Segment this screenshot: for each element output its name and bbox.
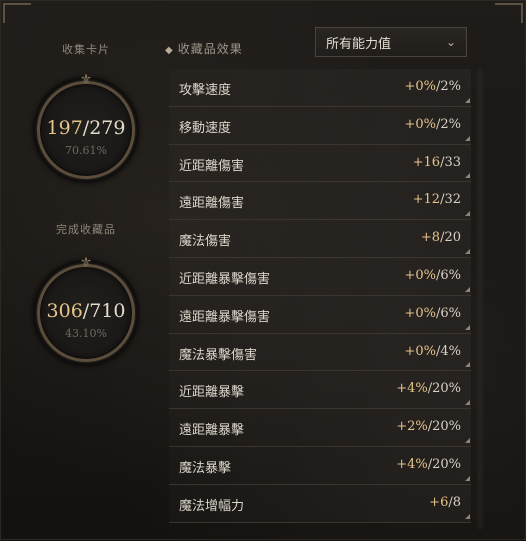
stat-name: 遠距離暴擊傷害 bbox=[179, 309, 271, 325]
stat-row[interactable]: 魔法傷害 +8/20 bbox=[169, 220, 471, 258]
stat-value: +4%/20% bbox=[396, 381, 461, 396]
stat-row[interactable]: 近距離暴擊傷害 +0%/6% bbox=[169, 257, 471, 296]
stat-max: /20% bbox=[427, 456, 461, 472]
stat-name: 遠距離傷害 bbox=[179, 196, 245, 212]
stat-name: 攻擊速度 bbox=[179, 83, 232, 98]
cards-progress-ring: ⚜ 197/279 70.61% bbox=[33, 73, 139, 183]
stat-current: +4% bbox=[396, 381, 428, 397]
stat-row[interactable]: 遠距離傷害 +12/32 bbox=[169, 182, 471, 221]
stat-current: +0% bbox=[404, 343, 436, 359]
corner-tick-icon bbox=[465, 362, 470, 368]
stat-name: 魔法傷害 bbox=[179, 234, 232, 250]
stat-value: +0%/6% bbox=[404, 306, 461, 321]
collectibles-progress-ring: ⚜ 306/710 43.10% bbox=[33, 256, 139, 366]
stat-current: +2% bbox=[396, 419, 428, 435]
stat-value: +0%/6% bbox=[404, 268, 461, 283]
stat-max: /33 bbox=[440, 154, 461, 170]
effects-header: ◆ 收藏品效果 bbox=[165, 40, 243, 57]
stat-value: +0%/2% bbox=[404, 117, 461, 132]
stat-name: 遠距離暴擊 bbox=[179, 423, 245, 439]
stat-name: 魔法暴擊 bbox=[179, 460, 232, 476]
stat-row[interactable]: 遠距離暴擊 +2%/20% bbox=[169, 409, 471, 447]
dropdown-value: 所有能力值 bbox=[326, 36, 392, 52]
stat-value: +2%/20% bbox=[396, 419, 461, 434]
stat-row[interactable]: 攻擊速度 +0%/2% bbox=[169, 69, 471, 107]
collectibles-count: 306/710 bbox=[33, 300, 139, 322]
stat-value: +12/32 bbox=[413, 192, 461, 207]
corner-tick-icon bbox=[465, 513, 470, 519]
stat-name: 魔法增幅力 bbox=[179, 498, 245, 514]
stat-current: +0% bbox=[404, 305, 436, 321]
corner-tick-icon bbox=[465, 135, 470, 141]
collection-panel: 收集卡片 ⚜ 197/279 70.61% 完成收藏品 ⚜ 306/710 43… bbox=[0, 0, 526, 540]
collectibles-label: 完成收藏品 bbox=[56, 223, 116, 236]
stat-row[interactable]: 魔法暴擊 +4%/20% bbox=[169, 446, 471, 485]
stat-max: /20% bbox=[427, 419, 461, 435]
corner-tick-icon bbox=[465, 211, 470, 217]
corner-tick-icon bbox=[465, 324, 470, 330]
stat-row[interactable]: 近距離暴擊 +4%/20% bbox=[169, 371, 471, 410]
stat-current: +0% bbox=[404, 79, 436, 94]
stat-current: +4% bbox=[396, 456, 428, 472]
stat-max: /6% bbox=[435, 267, 461, 283]
stat-current: +6 bbox=[429, 494, 449, 510]
stat-value: +0%/2% bbox=[404, 79, 461, 94]
fleur-ornament-icon: ⚜ bbox=[79, 255, 93, 271]
cards-total: /279 bbox=[82, 117, 126, 139]
corner-tick-icon bbox=[465, 286, 470, 292]
fleur-ornament-icon: ⚜ bbox=[79, 72, 93, 88]
stat-max: /2% bbox=[435, 116, 461, 132]
collectibles-percent: 43.10% bbox=[65, 327, 107, 340]
stat-max: /4% bbox=[435, 343, 461, 359]
stat-current: +0% bbox=[404, 116, 436, 132]
stat-name: 魔法暴擊傷害 bbox=[179, 347, 258, 363]
stat-name: 近距離暴擊傷害 bbox=[179, 271, 271, 287]
stat-name: 移動速度 bbox=[179, 120, 232, 136]
stat-row[interactable]: 魔法暴擊傷害 +0%/4% bbox=[169, 333, 471, 372]
corner-tick-icon bbox=[465, 97, 470, 103]
stat-row[interactable]: 遠距離暴擊傷害 +0%/6% bbox=[169, 295, 471, 334]
stat-current: +8 bbox=[420, 230, 441, 246]
corner-tick-icon bbox=[465, 475, 470, 481]
cards-count: 197/279 bbox=[33, 117, 139, 139]
frame-corner-ornament bbox=[495, 3, 523, 23]
scrollbar[interactable] bbox=[477, 69, 483, 529]
stat-value: +6/8 bbox=[429, 495, 461, 510]
stat-max: /32 bbox=[440, 192, 461, 208]
corner-tick-icon bbox=[465, 400, 470, 406]
stat-max: /2% bbox=[435, 79, 461, 94]
stat-current: +16 bbox=[412, 154, 441, 170]
stat-name: 近距離傷害 bbox=[179, 158, 245, 174]
stat-filter-dropdown[interactable]: 所有能力值 ⌄ bbox=[315, 27, 467, 57]
effects-label: 收藏品效果 bbox=[177, 42, 243, 56]
corner-tick-icon bbox=[465, 248, 470, 254]
stat-value: +4%/20% bbox=[396, 457, 461, 472]
stat-list: 攻擊速度 +0%/2% 移動速度 +0%/2% 近距離傷害 +16/33 遠距離傷害 +12/… bbox=[169, 69, 471, 523]
stat-row[interactable]: 魔法增幅力 +6/8 bbox=[169, 484, 471, 523]
stat-current: +0% bbox=[404, 267, 436, 283]
diamond-icon: ◆ bbox=[165, 45, 174, 56]
stat-name: 近距離暴擊 bbox=[179, 385, 245, 401]
stat-max: /20% bbox=[427, 381, 461, 397]
stat-max: /8 bbox=[448, 494, 461, 510]
summary-column: 收集卡片 ⚜ 197/279 70.61% 完成收藏品 ⚜ 306/710 43… bbox=[11, 1, 161, 541]
stat-row[interactable]: 移動速度 +0%/2% bbox=[169, 106, 471, 145]
corner-tick-icon bbox=[465, 437, 470, 443]
corner-tick-icon bbox=[465, 173, 470, 179]
stat-max: /6% bbox=[435, 305, 461, 321]
stat-value: +0%/4% bbox=[404, 344, 461, 359]
stat-max: /20 bbox=[440, 230, 461, 246]
collectibles-current: 306 bbox=[46, 300, 83, 322]
stat-row[interactable]: 近距離傷害 +16/33 bbox=[169, 144, 471, 183]
stat-value: +8/20 bbox=[421, 230, 461, 245]
cards-label: 收集卡片 bbox=[62, 43, 110, 56]
stat-current: +12 bbox=[412, 192, 441, 208]
collectibles-total: /710 bbox=[82, 300, 126, 322]
cards-current: 197 bbox=[46, 117, 83, 139]
cards-percent: 70.61% bbox=[65, 144, 107, 157]
stat-value: +16/33 bbox=[413, 155, 461, 170]
chevron-down-icon: ⌄ bbox=[445, 35, 456, 49]
